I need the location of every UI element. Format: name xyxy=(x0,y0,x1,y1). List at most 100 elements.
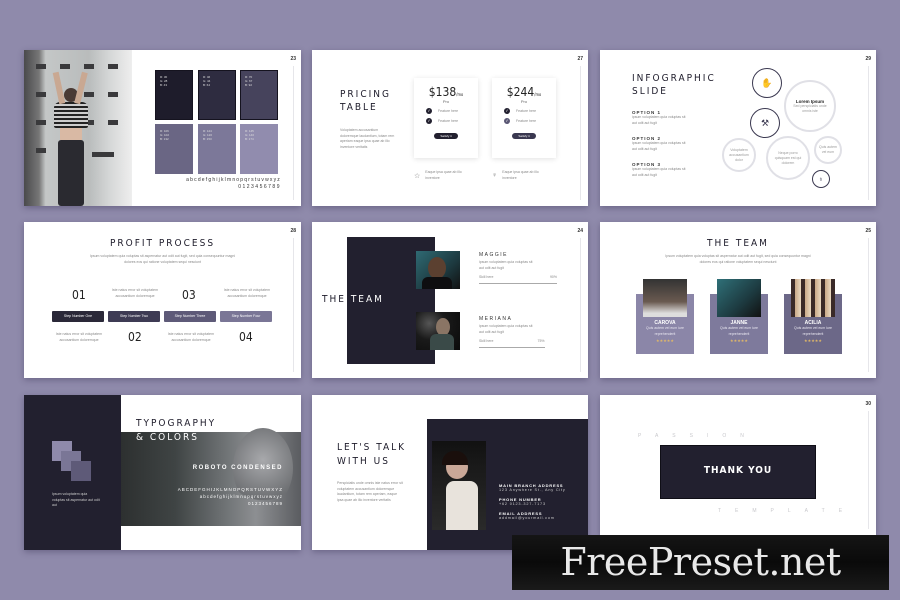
divider xyxy=(293,66,294,200)
skill-bar xyxy=(479,282,557,284)
slide-typography[interactable]: Ipsum voluptatem quia voluptas sit asper… xyxy=(24,395,301,550)
color-swatch-2: R: 46 G: 44 B: 64 xyxy=(198,70,236,120)
phone-value[interactable]: +62 0123-327-7173 xyxy=(499,502,566,506)
slide-infographic[interactable]: INFOGRAPHIC SLIDE OPTION 1 ipsum volupta… xyxy=(600,50,876,206)
member-photo xyxy=(416,312,460,350)
slide-pricing-table[interactable]: PRICING TABLE Voluptatem accusantium dol… xyxy=(312,50,588,206)
email-link[interactable]: addmail@yourmail.com xyxy=(499,516,566,520)
slide-title: TYPOGRAPHY & COLORS xyxy=(136,418,217,443)
info-circle: Neque porro quisquam est qui dolorem xyxy=(766,136,810,180)
check-icon: ✓ xyxy=(504,118,510,124)
slide-thank-you[interactable]: PASSION THANK YOU TEMPLATE 30 xyxy=(600,395,876,535)
tool-icon: ⚒ xyxy=(750,108,780,138)
page-number: 25 xyxy=(865,228,871,234)
member-photo xyxy=(416,251,460,289)
step-label: Step Number Four xyxy=(220,311,272,322)
select-plan-button[interactable]: Satisfy it xyxy=(512,133,536,139)
plan-name: Pro xyxy=(442,99,450,104)
lightbulb-icon: ♀ xyxy=(492,172,498,179)
skill-bar xyxy=(479,346,545,348)
member-photo xyxy=(717,279,761,317)
slide-title: LET'S TALK WITH US xyxy=(337,442,407,467)
price-card: $244/mo Pro ✓ Feature here ✓ Feature here … xyxy=(492,78,556,158)
slide-subtitle: Ipsum voluptatem quia voluptas sit asper… xyxy=(89,254,236,264)
digits-sample: 0123456789 xyxy=(247,501,283,506)
color-swatch-3: R: 70 G: 67 B: 92 xyxy=(240,70,278,120)
check-icon: ✓ xyxy=(426,108,432,114)
note-item: ♀ Eaque ipsa quae ab illo inventore xyxy=(492,170,539,180)
color-swatch-6: R: 145 G: 140 B: 174 xyxy=(240,124,278,174)
step-number: 03 xyxy=(182,288,196,302)
option-item: OPTION 1 ipsum voluptatem quia voluptas … xyxy=(632,110,686,125)
page-number: 30 xyxy=(865,401,871,407)
step-label: Step Number One xyxy=(52,311,104,322)
star-rating: ★★★★★ xyxy=(804,338,822,343)
color-swatch-1: R: 30 G: 28 B: 43 xyxy=(155,70,193,120)
divider xyxy=(868,66,869,200)
slide-body: Voluptatem accusantium doloremque laudan… xyxy=(340,128,395,149)
star-icon: ☆ xyxy=(414,172,421,180)
font-name: ROBOTO CONDENSED xyxy=(192,465,283,471)
option-item: OPTION 3 ipsum voluptatem quia voluptas … xyxy=(632,162,686,177)
plan-name: Pro xyxy=(520,99,528,104)
slide-color-palette[interactable]: R: 30 G: 28 B: 43 R: 46 G: 44 B: 64 R: 7… xyxy=(24,50,301,206)
divider xyxy=(293,238,294,372)
page-number: 23 xyxy=(290,56,296,62)
watermark-banner: FreePreset.net xyxy=(512,535,889,590)
feature-item: ✓ Feature here xyxy=(504,108,537,114)
drop-icon: ♁ xyxy=(812,170,830,188)
page-number: 24 xyxy=(577,228,583,234)
slide-body: Perspiciatis unde omnis iste natus error… xyxy=(337,481,403,502)
slide-contact[interactable]: LET'S TALK WITH US Perspiciatis unde omn… xyxy=(312,395,588,550)
slide-subtitle: Ipsum voluptatem quia voluptas sit asper… xyxy=(665,254,811,264)
step-label: Step Number Three xyxy=(164,311,216,322)
divider xyxy=(580,238,581,372)
member-info: MERIANA ipsum voluptatem quia voluptas s… xyxy=(479,316,557,348)
info-circle: Quis autem vel eum xyxy=(814,136,842,164)
divider xyxy=(580,66,581,200)
slide-title: PROFIT PROCESS xyxy=(109,238,216,249)
step-number: 01 xyxy=(72,288,86,302)
page-number: 29 xyxy=(865,56,871,62)
step-label: Step Number Two xyxy=(108,311,160,322)
slide-team-profiles[interactable]: THE TEAM MAGGIE ipsum voluptatem quia vo… xyxy=(312,222,588,378)
slide-profit-process[interactable]: PROFIT PROCESS Ipsum voluptatem quia vol… xyxy=(24,222,301,378)
page-number: 28 xyxy=(290,228,296,234)
star-rating: ★★★★★ xyxy=(730,338,748,343)
digits-sample: 0123456789 xyxy=(238,184,281,190)
slide-team-cards[interactable]: THE TEAM Ipsum voluptatem quia voluptas … xyxy=(600,222,876,378)
slide-title: INFOGRAPHIC SLIDE xyxy=(632,73,716,97)
hand-icon: ✋ xyxy=(752,68,782,98)
divider xyxy=(868,411,869,529)
slide-title: THE TEAM xyxy=(322,294,384,305)
decor-word-bottom: TEMPLATE xyxy=(718,508,857,514)
price-value: $244/mo xyxy=(506,85,542,99)
check-icon: ✓ xyxy=(426,118,432,124)
select-plan-button[interactable]: Satisfy it xyxy=(434,133,458,139)
step-text: Iste natus error sit voluptatem accusant… xyxy=(111,288,159,298)
typography-note: Ipsum voluptatem quia voluptas sit asper… xyxy=(52,492,100,507)
feature-item: ✓ Feature here xyxy=(426,108,459,114)
info-circle-main: Lorem Ipsum Sed perspiciatis unde omnis … xyxy=(784,80,836,132)
model-photo xyxy=(24,50,132,206)
member-info: MAGGIE ipsum voluptatem quia voluptas si… xyxy=(479,252,557,284)
note-item: ☆ Eaque ipsa quae ab illo inventore xyxy=(414,170,462,180)
page-number: 27 xyxy=(577,56,583,62)
thank-you-title: THANK YOU xyxy=(703,465,773,476)
alphabet-sample: abcdefghijklmnopqrstuvwxyz xyxy=(186,177,281,183)
decor-word-top: PASSION xyxy=(638,433,758,439)
hero-photo xyxy=(121,428,301,526)
slide-title: THE TEAM xyxy=(707,238,769,249)
address-value: 123 Anywhere St., Any City xyxy=(499,488,566,492)
step-text: Iste natus error sit voluptatem accusant… xyxy=(167,332,215,342)
color-swatch-5: R: 124 G: 120 B: 153 xyxy=(198,124,236,174)
lowercase-sample: abcdefghijklmnopqrstuvwxyz xyxy=(199,494,283,499)
price-card: $138/mo Pro ✓ Feature here ✓ Feature here … xyxy=(414,78,478,158)
member-photo xyxy=(643,279,687,317)
step-number: 04 xyxy=(239,330,253,344)
uppercase-sample: ABCDEFGHIJKLMNOPQRSTUVWXYZ xyxy=(177,487,283,492)
step-text: Iste natus error sit voluptatem accusant… xyxy=(55,332,103,342)
color-swatch-4: R: 106 G: 102 B: 132 xyxy=(155,124,193,174)
star-rating: ★★★★★ xyxy=(656,338,674,343)
divider xyxy=(868,238,869,372)
